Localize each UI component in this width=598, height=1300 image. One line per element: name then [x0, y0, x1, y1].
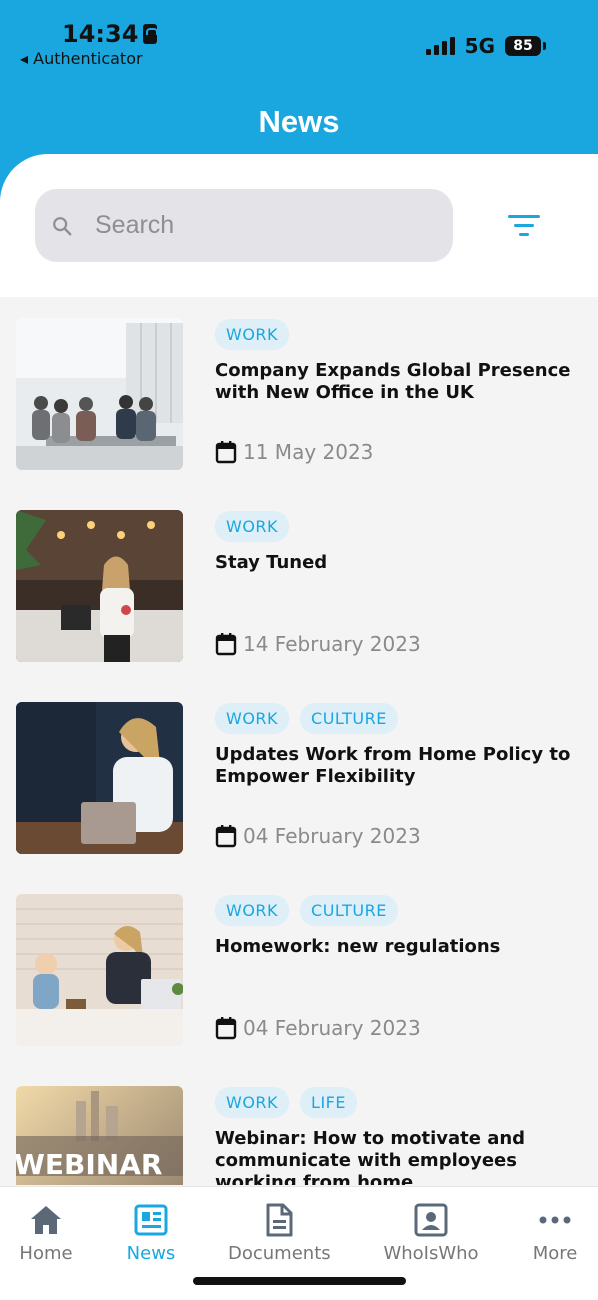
home-icon — [31, 1206, 61, 1234]
tag-badge[interactable]: CULTURE — [300, 703, 398, 734]
tag-badge[interactable]: WORK — [215, 703, 290, 734]
search-section — [0, 154, 598, 297]
tag-badge[interactable]: CULTURE — [300, 895, 398, 926]
news-item[interactable]: WORK Company Expands Global Presence wit… — [0, 297, 598, 489]
news-title: Homework: new regulations — [215, 936, 501, 957]
mother-child-desk-photo — [16, 894, 183, 1046]
news-thumbnail — [16, 702, 183, 854]
status-time: 14:34 — [62, 20, 159, 48]
tab-more[interactable]: More — [530, 1203, 580, 1264]
cafe-woman-photo — [16, 510, 183, 662]
webinar-photo: WEBINAR — [16, 1086, 183, 1185]
news-title: Webinar: How to motivate and communicate… — [215, 1128, 526, 1185]
news-date: 11 May 2023 — [215, 440, 373, 464]
more-dots-icon — [539, 1216, 571, 1224]
status-indicators: 5G 85 — [425, 34, 546, 58]
contact-card-icon — [414, 1203, 448, 1237]
tab-label: Documents — [228, 1243, 331, 1264]
tag-badge[interactable]: WORK — [215, 511, 290, 542]
news-date-text: 14 February 2023 — [243, 632, 421, 656]
tag-badge[interactable]: LIFE — [300, 1087, 357, 1118]
search-icon — [53, 216, 72, 235]
woman-laptop-photo — [16, 702, 183, 854]
news-thumbnail: WEBINAR — [16, 1086, 183, 1185]
news-tags: WORK LIFE — [215, 1087, 357, 1118]
search-box[interactable] — [35, 189, 453, 262]
news-title: Company Expands Global Presence with New… — [215, 360, 571, 403]
battery-level: 85 — [505, 36, 541, 56]
tab-label: WhoIsWho — [383, 1243, 479, 1264]
filter-icon[interactable] — [506, 213, 542, 239]
news-title: Updates Work from Home Policy to Empower… — [215, 744, 571, 787]
news-date: 04 February 2023 — [215, 824, 421, 848]
news-date-text: 04 February 2023 — [243, 824, 421, 848]
tab-documents[interactable]: Documents — [228, 1203, 331, 1264]
news-item[interactable]: WORK Stay Tuned 14 February 2023 — [0, 489, 598, 681]
news-tags: WORK CULTURE — [215, 895, 398, 926]
webinar-image-text: WEBINAR — [16, 1148, 162, 1181]
battery-icon: 85 — [505, 36, 546, 56]
news-date-text: 04 February 2023 — [243, 1016, 421, 1040]
signal-icon — [425, 37, 455, 55]
calendar-icon — [215, 1017, 237, 1040]
tag-badge[interactable]: WORK — [215, 319, 290, 350]
tab-label: News — [126, 1243, 176, 1264]
news-title: Stay Tuned — [215, 552, 328, 573]
network-label: 5G — [464, 34, 495, 58]
tab-label: Home — [19, 1243, 73, 1264]
calendar-icon — [215, 441, 237, 464]
calendar-icon — [215, 825, 237, 848]
news-tags: WORK CULTURE — [215, 703, 398, 734]
lock-icon — [143, 24, 159, 44]
news-tags: WORK — [215, 511, 290, 542]
news-thumbnail — [16, 510, 183, 662]
news-icon — [134, 1204, 168, 1236]
tab-home[interactable]: Home — [18, 1203, 74, 1264]
tag-badge[interactable]: WORK — [215, 895, 290, 926]
tab-news[interactable]: News — [124, 1203, 178, 1264]
news-date: 04 February 2023 — [215, 1016, 421, 1040]
page-title: News — [258, 104, 340, 139]
search-input[interactable] — [95, 211, 395, 240]
news-item[interactable]: WORK CULTURE Homework: new regulations 0… — [0, 873, 598, 1065]
news-list[interactable]: WORK Company Expands Global Presence wit… — [0, 297, 598, 1185]
tag-badge[interactable]: WORK — [215, 1087, 290, 1118]
tab-label: More — [532, 1243, 578, 1264]
news-thumbnail — [16, 894, 183, 1046]
office-meeting-photo — [16, 318, 183, 470]
home-indicator[interactable] — [193, 1277, 406, 1285]
news-date-text: 11 May 2023 — [243, 440, 374, 464]
news-item[interactable]: WEBINAR WORK LIFE Webinar: How to motiva… — [0, 1065, 598, 1185]
news-tags: WORK — [215, 319, 290, 350]
news-date: 14 February 2023 — [215, 632, 421, 656]
news-thumbnail — [16, 318, 183, 470]
back-to-app-link[interactable]: ◂ Authenticator — [20, 49, 143, 68]
calendar-icon — [215, 633, 237, 656]
document-icon — [266, 1203, 293, 1237]
tab-whoiswho[interactable]: WhoIsWho — [382, 1203, 480, 1264]
news-item[interactable]: WORK CULTURE Updates Work from Home Poli… — [0, 681, 598, 873]
